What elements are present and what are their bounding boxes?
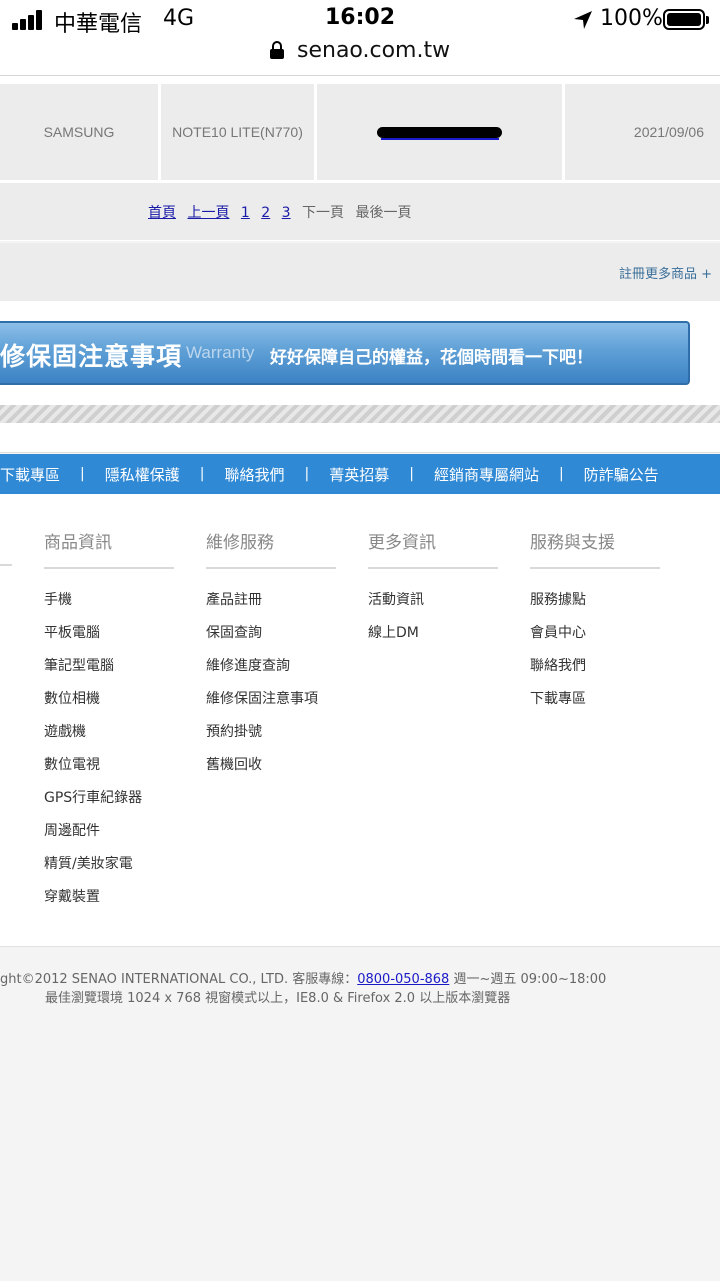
footer-link[interactable]: 維修進度查詢	[206, 656, 336, 689]
footer-link[interactable]: 周邊配件	[44, 821, 174, 854]
lock-icon	[269, 41, 284, 59]
footer-nav: 下載專區 | 隱私權保護 | 聯絡我們 | 菁英招募 | 經銷商專屬網站 | 防…	[0, 454, 720, 494]
pager-page-3[interactable]: 3	[282, 205, 291, 221]
footer-link[interactable]: 遊戲機	[44, 722, 174, 755]
nav-separator: |	[409, 466, 414, 482]
copyright-line: ght©2012 SENAO INTERNATIONAL CO., LTD. 客…	[0, 968, 606, 987]
copyright-footer: ght©2012 SENAO INTERNATIONAL CO., LTD. 客…	[0, 946, 720, 1281]
banner-title: 修保固注意事項	[0, 342, 183, 371]
serial-link-redacted[interactable]	[377, 124, 502, 140]
column-title: 服務與支援	[530, 528, 660, 569]
footer-link[interactable]: 數位電視	[44, 755, 174, 788]
pagination: 首頁 上一頁 1 2 3 下一頁 最後一頁	[148, 202, 418, 222]
column-title: 更多資訊	[368, 528, 498, 569]
footer-nav-anti-fraud[interactable]: 防詐騙公告	[584, 464, 659, 485]
pager-next: 下一頁	[302, 205, 345, 221]
register-row: 註冊更多商品 +	[0, 243, 720, 301]
browser-requirements: 最佳瀏覽環境 1024 x 768 視窗模式以上，IE8.0 & Firefox…	[45, 991, 511, 1006]
pager-page-2[interactable]: 2	[261, 205, 270, 221]
battery-icon	[663, 9, 709, 30]
address-bar[interactable]: senao.com.tw	[0, 38, 720, 68]
nav-separator: |	[80, 466, 85, 482]
banner-subtitle: 好好保障自己的權益，花個時間看一下吧！	[270, 348, 593, 368]
footer-link[interactable]: GPS行車紀錄器	[44, 788, 174, 821]
pager-first[interactable]: 首頁	[148, 205, 176, 221]
warranty-banner[interactable]: 修保固注意事項 Warranty 好好保障自己的權益，花個時間看一下吧！	[0, 321, 690, 385]
footer-nav-download[interactable]: 下載專區	[0, 464, 60, 485]
copyright-text: ght©2012 SENAO INTERNATIONAL CO., LTD. 客…	[0, 972, 358, 987]
decorative-stripe	[0, 405, 720, 423]
column-title: 維修服務	[206, 528, 336, 569]
footer-sitemap: 商品資訊 手機 平板電腦 筆記型電腦 數位相機 遊戲機 數位電視 GPS行車紀錄…	[0, 494, 720, 946]
footer-link[interactable]: 穿戴裝置	[44, 887, 174, 920]
browser-top-bar: 中華電信 4G 16:02 100% senao.com.tw	[0, 0, 720, 76]
footer-link[interactable]: 預約掛號	[206, 722, 336, 755]
location-arrow-icon	[574, 11, 592, 29]
service-phone-link[interactable]: 0800-050-868	[357, 972, 449, 987]
footer-column-repair: 維修服務 產品註冊 保固查詢 維修進度查詢 維修保固注意事項 預約掛號 舊機回收	[206, 528, 336, 788]
footer-link[interactable]: 聯絡我們	[530, 656, 660, 689]
footer-link[interactable]: 數位相機	[44, 689, 174, 722]
nav-separator: |	[304, 466, 310, 482]
footer-nav-careers[interactable]: 菁英招募	[329, 464, 389, 485]
nav-separator: |	[558, 466, 564, 482]
footer-link[interactable]: 精質/美妝家電	[44, 854, 174, 887]
register-more-link[interactable]: 註冊更多商品 +	[619, 263, 712, 282]
pager-page-1[interactable]: 1	[241, 205, 250, 221]
footer-column-products: 商品資訊 手機 平板電腦 筆記型電腦 數位相機 遊戲機 數位電視 GPS行車紀錄…	[44, 528, 174, 920]
footer-nav-dealers[interactable]: 經銷商專屬網站	[434, 464, 539, 485]
footer-link[interactable]: 平板電腦	[44, 623, 174, 656]
service-hours: 週一~週五 09:00~18:00	[449, 972, 607, 987]
footer-column-support: 服務與支援 服務據點 會員中心 聯絡我們 下載專區	[530, 528, 660, 722]
column-title: 商品資訊	[44, 528, 174, 569]
footer-column-more-info: 更多資訊 活動資訊 線上DM	[368, 528, 498, 656]
banner-english: Warranty	[186, 343, 255, 362]
footer-link[interactable]: 手機	[44, 590, 174, 623]
url-text[interactable]: senao.com.tw	[297, 38, 450, 63]
footer-link[interactable]: 保固查詢	[206, 623, 336, 656]
footer-nav-contact[interactable]: 聯絡我們	[224, 464, 284, 485]
cell-model: NOTE10 LITE(N770)	[161, 84, 314, 180]
cell-date: 2021/09/06	[565, 84, 720, 180]
footer-link[interactable]: 舊機回收	[206, 755, 336, 788]
footer-link[interactable]: 會員中心	[530, 623, 660, 656]
battery-percent: 100%	[600, 6, 663, 31]
footer-link[interactable]: 線上DM	[368, 623, 498, 656]
footer-link[interactable]: 筆記型電腦	[44, 656, 174, 689]
footer-link[interactable]: 維修保固注意事項	[206, 689, 336, 722]
footer-nav-privacy[interactable]: 隱私權保護	[105, 464, 180, 485]
divider	[0, 564, 12, 566]
pagination-row: 首頁 上一頁 1 2 3 下一頁 最後一頁	[0, 183, 720, 240]
cell-serial	[317, 84, 562, 180]
footer-link[interactable]: 服務據點	[530, 590, 660, 623]
pager-last: 最後一頁	[355, 205, 412, 221]
divider	[0, 423, 720, 453]
status-bar: 中華電信 4G 16:02 100%	[0, 0, 720, 40]
nav-separator: |	[199, 466, 205, 482]
footer-link[interactable]: 活動資訊	[368, 590, 498, 623]
footer-link[interactable]: 產品註冊	[206, 590, 336, 623]
footer-link[interactable]: 下載專區	[530, 689, 660, 722]
cell-brand: SAMSUNG	[0, 84, 158, 180]
pager-prev[interactable]: 上一頁	[187, 205, 229, 221]
